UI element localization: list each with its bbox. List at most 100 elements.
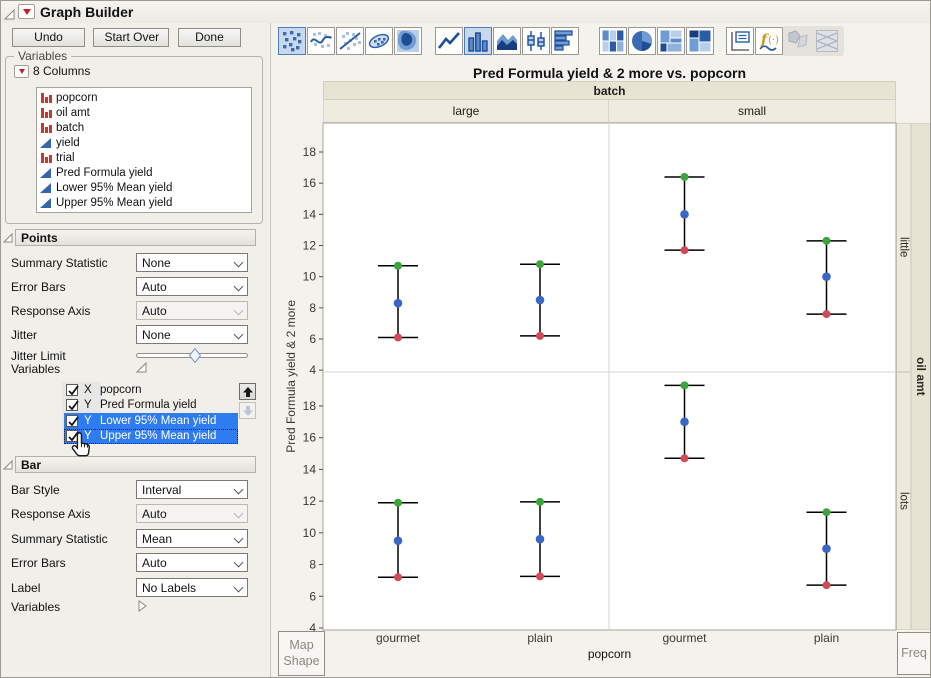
svg-text:6: 6: [309, 332, 316, 346]
control-row: Summary StatisticNone: [1, 253, 263, 275]
row-group-header[interactable]: oil amt: [911, 123, 931, 630]
column-name: yield: [56, 137, 80, 149]
svg-text:gourmet: gourmet: [662, 631, 707, 645]
disclosure-triangle-icon[interactable]: [136, 361, 148, 379]
column-level-large[interactable]: large: [323, 100, 609, 123]
svg-text:plain: plain: [527, 631, 552, 645]
graph-builder-window: Graph Builder Undo Start Over Done Varia…: [0, 0, 931, 678]
jitter-limit-slider[interactable]: [136, 353, 248, 358]
columns-list[interactable]: popcornoil amtbatch yieldtrialPred Formul…: [36, 87, 252, 213]
tool-mosaic-icon[interactable]: [686, 27, 714, 55]
tool-caption-box-icon[interactable]: [726, 27, 754, 55]
red-triangle-icon: [19, 69, 25, 74]
undo-button[interactable]: Undo: [12, 28, 85, 47]
summary-statistic-dropdown[interactable]: Mean: [136, 529, 248, 548]
nominal-bars-icon: [40, 107, 53, 118]
role-variable-name: popcorn: [100, 384, 142, 396]
tool-map-shapes-icon: [784, 27, 812, 55]
label-dropdown[interactable]: No Labels: [136, 578, 248, 597]
x-axis-label[interactable]: popcorn: [323, 647, 896, 661]
control-row: Error BarsAuto: [1, 277, 263, 299]
points-section-header[interactable]: Points: [3, 229, 256, 246]
svg-text:(·): (·): [768, 35, 779, 46]
disclosure-triangle-icon[interactable]: [136, 599, 148, 617]
columns-red-triangle-button[interactable]: [14, 65, 29, 78]
summary-statistic-dropdown[interactable]: None: [136, 253, 248, 272]
dropdown-value: Interval: [142, 483, 181, 497]
role-variable-name: Lower 95% Mean yield: [100, 415, 216, 427]
row-level-little[interactable]: little: [896, 123, 911, 372]
chevron-down-icon: [234, 509, 244, 519]
graph-area: f(·) Pred Formula yield & 2 more vs. pop…: [271, 23, 931, 678]
chevron-down-icon: [234, 534, 244, 544]
jitter-dropdown[interactable]: None: [136, 325, 248, 344]
control-row: Variables: [1, 597, 263, 619]
svg-text:6: 6: [309, 589, 316, 603]
continuous-triangle-icon: [40, 167, 53, 178]
control-label: Error Bars: [11, 556, 66, 570]
tool-pie-icon[interactable]: [628, 27, 656, 55]
column-list-item[interactable]: popcorn: [40, 90, 251, 105]
nominal-bars-icon: [40, 92, 53, 103]
checkbox[interactable]: [66, 430, 78, 442]
arrow-down-icon: [242, 405, 254, 417]
column-level-small[interactable]: small: [609, 100, 896, 123]
role-letter: Y: [84, 415, 100, 427]
move-up-button[interactable]: [239, 383, 256, 400]
column-list-item[interactable]: yield: [40, 135, 251, 150]
control-label: Response Axis: [11, 304, 90, 318]
start-over-button[interactable]: Start Over: [93, 28, 169, 47]
role-row[interactable]: YUpper 95% Mean yield: [64, 429, 238, 445]
dropdown-value: Auto: [142, 556, 167, 570]
tool-ellipse-icon[interactable]: [365, 27, 393, 55]
tool-formula-icon[interactable]: f(·): [755, 27, 783, 55]
tool-contour-icon[interactable]: [394, 27, 422, 55]
row-level-lots[interactable]: lots: [896, 372, 911, 630]
column-list-item[interactable]: oil amt: [40, 105, 251, 120]
window-title: Graph Builder: [40, 4, 133, 20]
report-title-bar: Graph Builder: [1, 1, 930, 24]
role-row[interactable]: Xpopcorn: [64, 382, 238, 398]
red-triangle-menu-button[interactable]: [18, 4, 35, 19]
continuous-triangle-icon: [40, 197, 53, 208]
checkbox[interactable]: [66, 399, 78, 411]
move-down-button[interactable]: [239, 402, 256, 419]
y-axis-label[interactable]: Pred Formula yield & 2 more: [283, 123, 299, 630]
tool-points-icon[interactable]: [278, 27, 306, 55]
error-bars-dropdown[interactable]: Auto: [136, 553, 248, 572]
control-row: Bar StyleInterval: [1, 480, 263, 502]
map-shape-drop-zone[interactable]: Map Shape: [278, 631, 325, 676]
variables-group-label: Variables: [14, 49, 71, 63]
checkbox[interactable]: [66, 384, 78, 396]
tool-treemap-icon[interactable]: [657, 27, 685, 55]
column-list-item[interactable]: Pred Formula yield: [40, 165, 251, 180]
column-list-item[interactable]: Lower 95% Mean yield: [40, 180, 251, 195]
tool-heatmap-icon[interactable]: [599, 27, 627, 55]
freq-drop-zone[interactable]: Freq: [897, 632, 931, 675]
tool-bar-chart-icon[interactable]: [464, 27, 492, 55]
columns-header: 8 Columns: [14, 64, 90, 78]
role-row[interactable]: YPred Formula yield: [64, 398, 238, 414]
tool-line-of-fit-icon[interactable]: [336, 27, 364, 55]
column-name: popcorn: [56, 92, 98, 104]
tool-box-plot-icon[interactable]: [522, 27, 550, 55]
control-label: Variables: [11, 362, 60, 376]
control-label: Response Axis: [11, 507, 90, 521]
checkbox[interactable]: [66, 415, 78, 427]
column-list-item[interactable]: trial: [40, 150, 251, 165]
control-row: Summary StatisticMean: [1, 529, 263, 551]
column-group-header[interactable]: batch: [323, 81, 896, 100]
error-bars-dropdown[interactable]: Auto: [136, 277, 248, 296]
points-section-title: Points: [15, 229, 256, 246]
bar-style-dropdown[interactable]: Interval: [136, 480, 248, 499]
role-row[interactable]: YLower 95% Mean yield: [64, 413, 238, 429]
tool-area-icon[interactable]: [493, 27, 521, 55]
column-list-item[interactable]: batch: [40, 120, 251, 135]
dropdown-value: Auto: [142, 507, 167, 521]
tool-smoother-icon[interactable]: [307, 27, 335, 55]
bar-section-header[interactable]: Bar: [3, 456, 256, 473]
tool-histogram-icon[interactable]: [551, 27, 579, 55]
done-button[interactable]: Done: [178, 28, 241, 47]
tool-line-icon[interactable]: [435, 27, 463, 55]
column-list-item[interactable]: Upper 95% Mean yield: [40, 195, 251, 210]
